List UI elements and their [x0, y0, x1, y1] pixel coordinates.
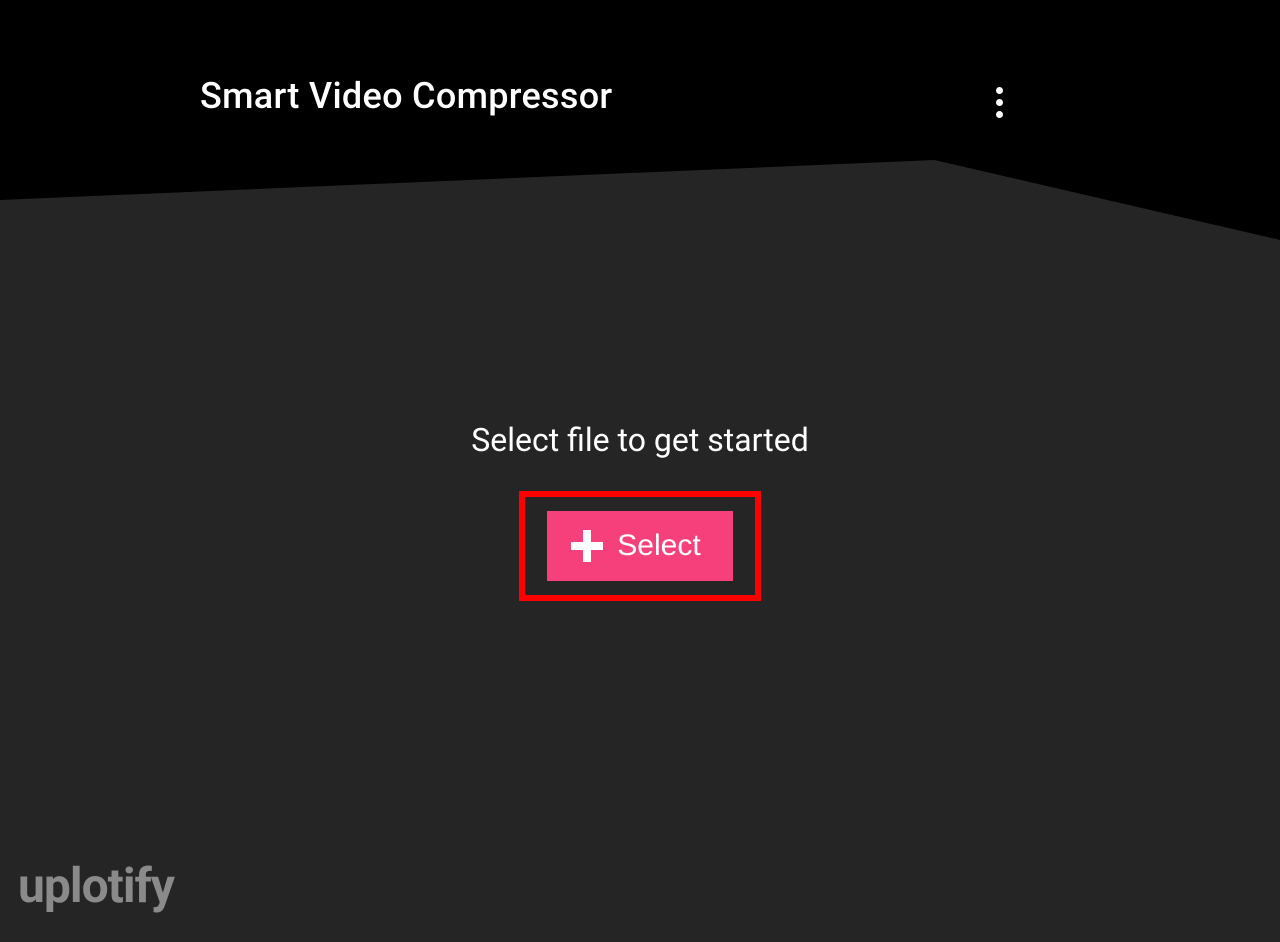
prompt-label: Select file to get started — [471, 421, 808, 459]
select-button-label: Select — [617, 529, 700, 563]
select-file-button[interactable]: Select — [547, 511, 732, 581]
watermark-text: uplotify — [18, 857, 174, 914]
plus-icon — [571, 530, 603, 562]
highlight-annotation: Select — [519, 491, 760, 601]
main-content: Select file to get started Select — [0, 0, 1280, 942]
